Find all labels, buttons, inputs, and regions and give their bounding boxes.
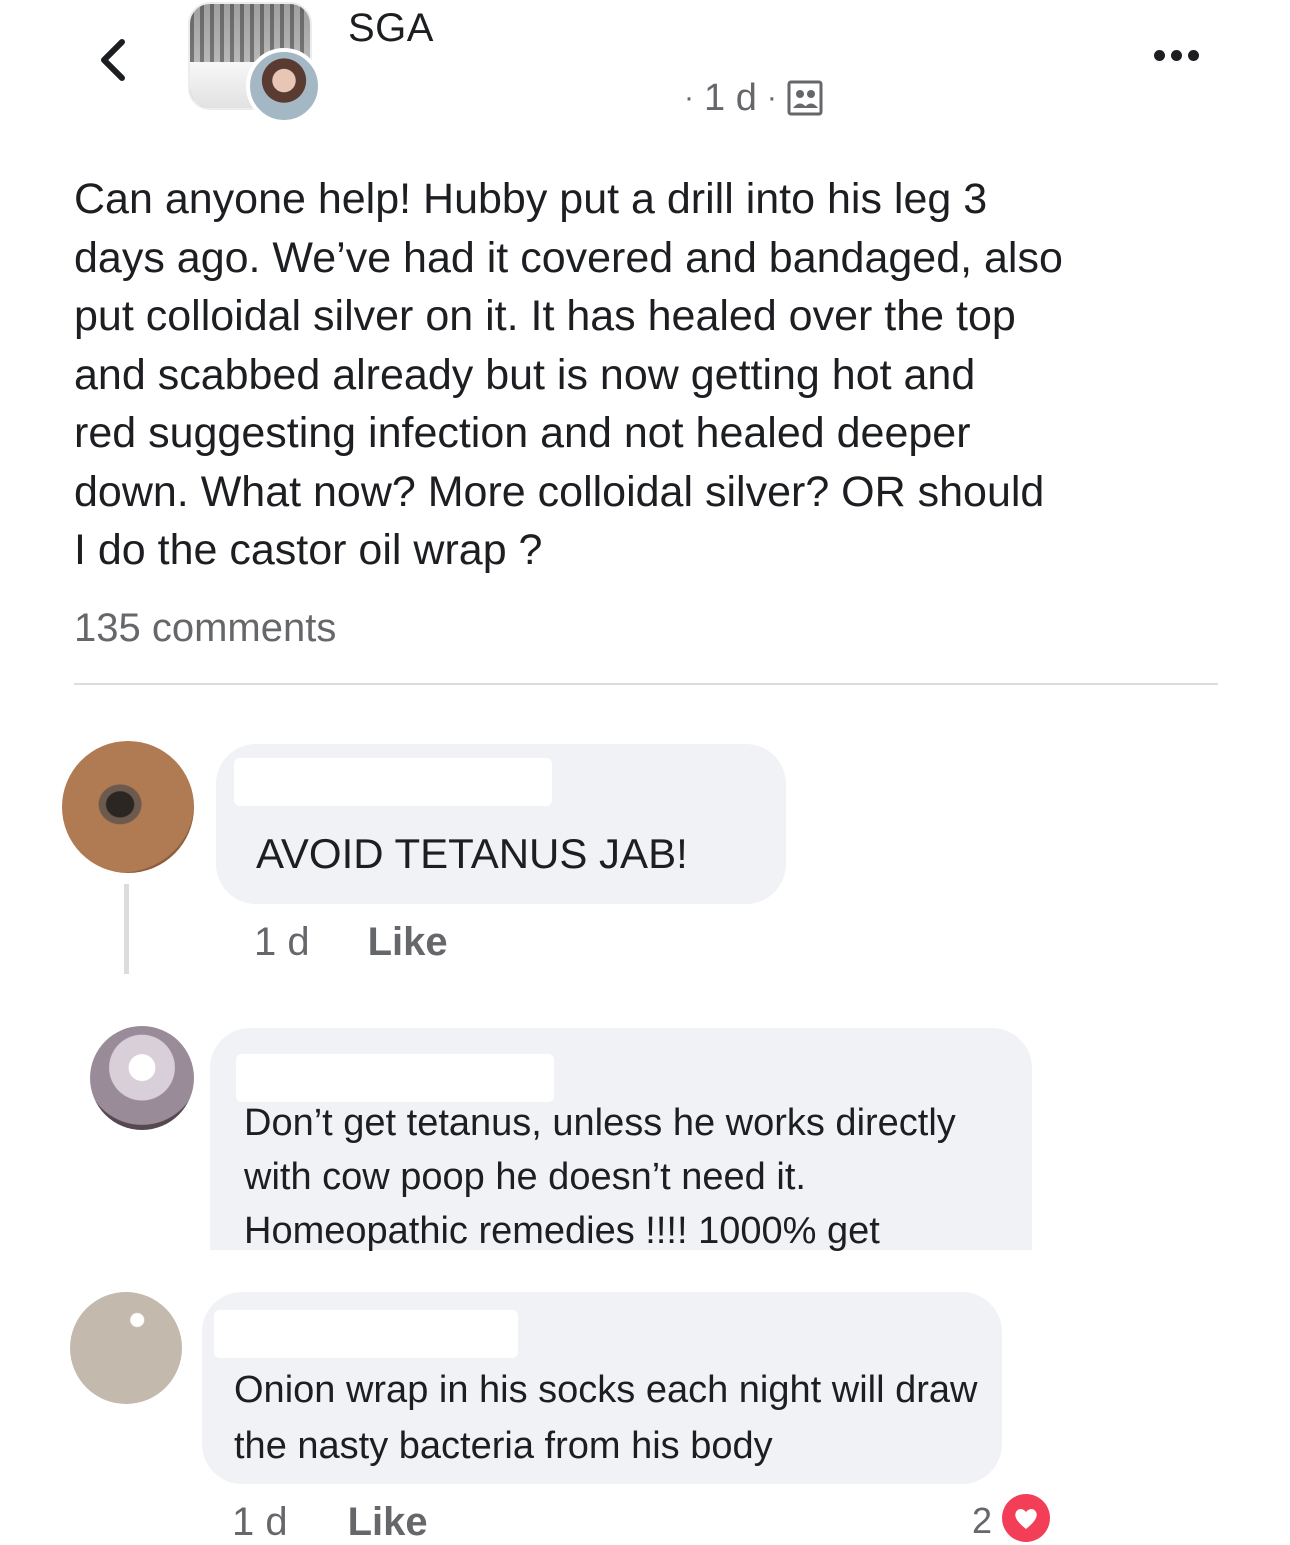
- love-reaction-icon[interactable]: [1002, 1494, 1050, 1542]
- group-avatar[interactable]: [188, 2, 322, 130]
- back-button[interactable]: [88, 30, 138, 90]
- comment-actions: 1 d Like: [232, 1500, 428, 1545]
- post-body: Can anyone help! Hubby put a drill into …: [74, 175, 1063, 574]
- redacted-name: [234, 758, 552, 806]
- like-button[interactable]: Like: [348, 1500, 428, 1545]
- comment-text: AVOID TETANUS JAB!: [256, 830, 688, 877]
- comment-bubble: [216, 744, 786, 904]
- divider: [74, 683, 1218, 685]
- more-horizontal-icon: [1153, 49, 1165, 61]
- reply-thread-line: [124, 884, 129, 974]
- commenter-avatar[interactable]: [62, 741, 194, 873]
- reaction-count[interactable]: 2: [972, 1500, 992, 1542]
- comment-timestamp[interactable]: 1 d: [254, 920, 310, 965]
- heart-icon: [1015, 1509, 1037, 1529]
- post-timestamp[interactable]: 1 d: [704, 77, 757, 120]
- comment-text: Don’t get tetanus, unless he works direc…: [244, 1102, 956, 1252]
- more-options-button[interactable]: [1144, 40, 1208, 70]
- redacted-name: [236, 1054, 554, 1102]
- redacted-name: [214, 1310, 518, 1358]
- comment-actions: 1 d Like: [254, 920, 448, 965]
- commenter-avatar[interactable]: [70, 1292, 182, 1404]
- commenter-avatar[interactable]: [90, 1026, 194, 1130]
- comment-text: Onion wrap in his socks each night will …: [234, 1369, 978, 1467]
- comment-timestamp[interactable]: 1 d: [232, 1500, 288, 1545]
- post-meta: · 1 d ·: [684, 76, 823, 120]
- group-members-icon: [787, 80, 823, 116]
- like-button[interactable]: Like: [368, 920, 448, 965]
- chevron-left-icon: [101, 39, 125, 81]
- author-avatar[interactable]: [246, 48, 322, 124]
- comment-count[interactable]: 135 comments: [74, 606, 336, 651]
- group-name[interactable]: SGA: [348, 6, 434, 51]
